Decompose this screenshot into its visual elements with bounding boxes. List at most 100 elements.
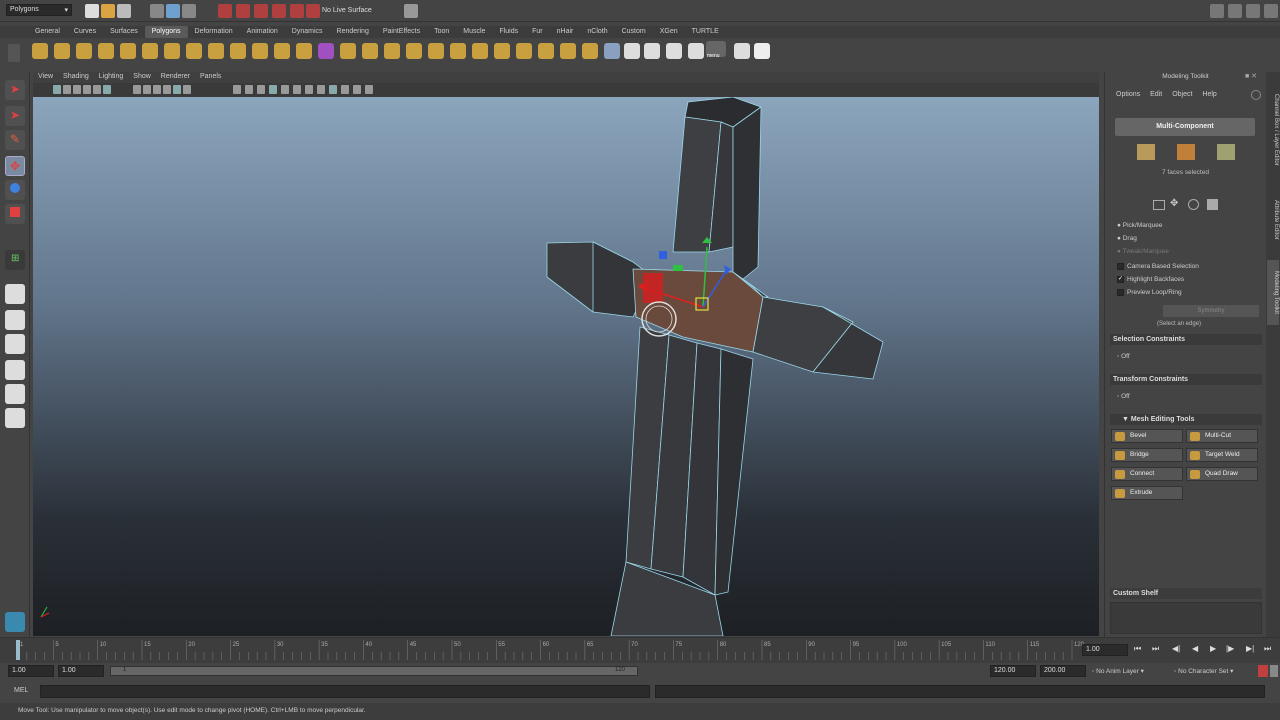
uv-layout-icon[interactable] (644, 43, 660, 59)
sword-mesh[interactable] (546, 97, 884, 636)
uv-editor-icon[interactable] (754, 43, 770, 59)
end-time-field[interactable]: 200.00 (1040, 665, 1086, 677)
range-slider[interactable]: 1 120 (110, 666, 638, 676)
anim-prefs-icon[interactable] (1270, 665, 1278, 677)
history-icon[interactable] (404, 4, 418, 18)
field-chart-icon[interactable] (143, 85, 151, 94)
vertex-mode-icon[interactable] (1137, 144, 1155, 160)
rotate-tool-icon[interactable] (5, 180, 25, 200)
boolean-icon[interactable] (340, 43, 356, 59)
render-icon[interactable] (1210, 4, 1224, 18)
edge-mode-icon[interactable] (1177, 144, 1195, 160)
viewport-menu-panels[interactable]: Panels (195, 73, 226, 80)
poly-pyramid-icon[interactable] (186, 43, 202, 59)
snap-surface-icon[interactable] (290, 4, 304, 18)
ambient-occlusion-icon[interactable] (293, 85, 301, 94)
persp-outliner-icon[interactable] (5, 334, 25, 354)
shelf-tab-curves[interactable]: Curves (67, 26, 103, 38)
bevel-icon[interactable] (538, 43, 554, 59)
mirror-icon[interactable] (362, 43, 378, 59)
shelf-tab-custom[interactable]: Custom (615, 26, 653, 38)
hypershade-icon[interactable] (1264, 4, 1278, 18)
poly-helix-icon[interactable] (230, 43, 246, 59)
planar-map-icon[interactable] (604, 43, 620, 59)
safe-action-icon[interactable] (153, 85, 161, 94)
camera-attrs-icon[interactable] (63, 85, 71, 94)
hypershade-layout-icon[interactable] (5, 384, 25, 404)
bridge-icon[interactable] (516, 43, 532, 59)
poly-prism-icon[interactable] (164, 43, 180, 59)
append-polygon-icon[interactable] (406, 43, 422, 59)
merge-icon[interactable] (560, 43, 576, 59)
mode-select[interactable]: Polygons ▾ (6, 4, 72, 16)
uv-sew-icon[interactable] (734, 43, 750, 59)
shelf-tab-fur[interactable]: Fur (525, 26, 550, 38)
bridge-button[interactable]: Bridge (1111, 448, 1183, 462)
wireframe-icon[interactable] (183, 85, 191, 94)
poly-sphere-icon[interactable] (32, 43, 48, 59)
time-slider[interactable]: 1 5 10 15 20 25 30 35 40 45 50 55 60 65 70 75 80 85 90 95 10… (0, 637, 1280, 663)
shelf-tab-animation[interactable]: Animation (240, 26, 285, 38)
face-mode-icon[interactable] (1217, 144, 1235, 160)
textured-icon[interactable] (257, 85, 265, 94)
auto-key-icon[interactable] (1258, 665, 1268, 677)
section-custom-shelf[interactable]: Custom Shelf (1110, 588, 1262, 599)
split-polygon-icon[interactable] (428, 43, 444, 59)
grid-icon[interactable] (173, 85, 181, 94)
scale-tool-icon[interactable] (5, 204, 25, 224)
playback-start-field[interactable]: 1.00 (58, 665, 104, 677)
viewcube-icon[interactable] (5, 612, 25, 632)
menu-object[interactable]: Object (1167, 91, 1197, 98)
default-material-icon[interactable] (245, 85, 253, 94)
poly-torus-icon[interactable] (142, 43, 158, 59)
symmetry-button[interactable]: Symmetry (1163, 305, 1259, 317)
quad-draw-button[interactable]: Quad Draw (1186, 467, 1258, 481)
menu-edit[interactable]: Edit (1145, 91, 1167, 98)
check-camera-based[interactable]: Camera Based Selection (1117, 263, 1199, 270)
save-scene-icon[interactable] (117, 4, 131, 18)
last-tool-icon[interactable]: ⊞ (5, 250, 25, 270)
poly-cone-icon[interactable] (98, 43, 114, 59)
shelf-tab-turtle[interactable]: TURTLE (685, 26, 726, 38)
check-preview-loop[interactable]: Preview Loop/Ring (1117, 289, 1182, 296)
shelf-tab-ncloth[interactable]: nCloth (580, 26, 614, 38)
viewport-menu-view[interactable]: View (33, 73, 58, 80)
resolution-gate-icon[interactable] (103, 85, 111, 94)
extrude-icon[interactable] (494, 43, 510, 59)
shelf-tab-toon[interactable]: Toon (427, 26, 456, 38)
step-forward-frame-icon[interactable]: |▶ (1226, 644, 1234, 653)
poly-cube-icon[interactable] (54, 43, 70, 59)
film-gate-icon[interactable] (93, 85, 101, 94)
shelf-tab-deformation[interactable]: Deformation (188, 26, 240, 38)
snap-view-icon[interactable] (272, 4, 286, 18)
smooth-icon[interactable] (318, 43, 334, 59)
uv-unfold-icon[interactable] (666, 43, 682, 59)
connect-button[interactable]: Connect (1111, 467, 1183, 481)
go-to-start-icon[interactable]: ⏮ (1134, 644, 1141, 654)
combine-icon[interactable] (252, 43, 268, 59)
multi-component-button[interactable]: Multi-Component (1115, 118, 1255, 136)
play-backward-icon[interactable]: ◀ (1192, 644, 1198, 653)
multi-cut-button[interactable]: Multi-Cut (1186, 429, 1258, 443)
extract-icon[interactable] (296, 43, 312, 59)
uv-checker-icon[interactable] (624, 43, 640, 59)
poly-cylinder-icon[interactable] (76, 43, 92, 59)
step-back-frame-icon[interactable]: ◀| (1172, 644, 1180, 653)
shelf-tab-surfaces[interactable]: Surfaces (103, 26, 145, 38)
shelf-tab-nhair[interactable]: nHair (550, 26, 581, 38)
shelf-tab-general[interactable]: General (28, 26, 67, 38)
anti-aliasing-icon[interactable] (317, 85, 325, 94)
uv-menu-icon[interactable]: menu (706, 41, 726, 59)
current-time-marker[interactable] (16, 640, 20, 660)
single-perspective-icon[interactable] (5, 284, 25, 304)
tab-channel-box[interactable]: Channel Box / Layer Editor (1267, 80, 1279, 180)
xray-icon[interactable] (341, 85, 349, 94)
viewport-menu-renderer[interactable]: Renderer (156, 73, 195, 80)
outliner-layout-icon[interactable] (5, 408, 25, 428)
bevel-button[interactable]: Bevel (1111, 429, 1183, 443)
lasso-tool-icon[interactable]: ➤ (5, 106, 25, 126)
shelf-tab-xgen[interactable]: XGen (653, 26, 685, 38)
shelf-tab-fluids[interactable]: Fluids (492, 26, 525, 38)
shelf-tab-rendering[interactable]: Rendering (330, 26, 376, 38)
shelf-tab-dynamics[interactable]: Dynamics (285, 26, 330, 38)
